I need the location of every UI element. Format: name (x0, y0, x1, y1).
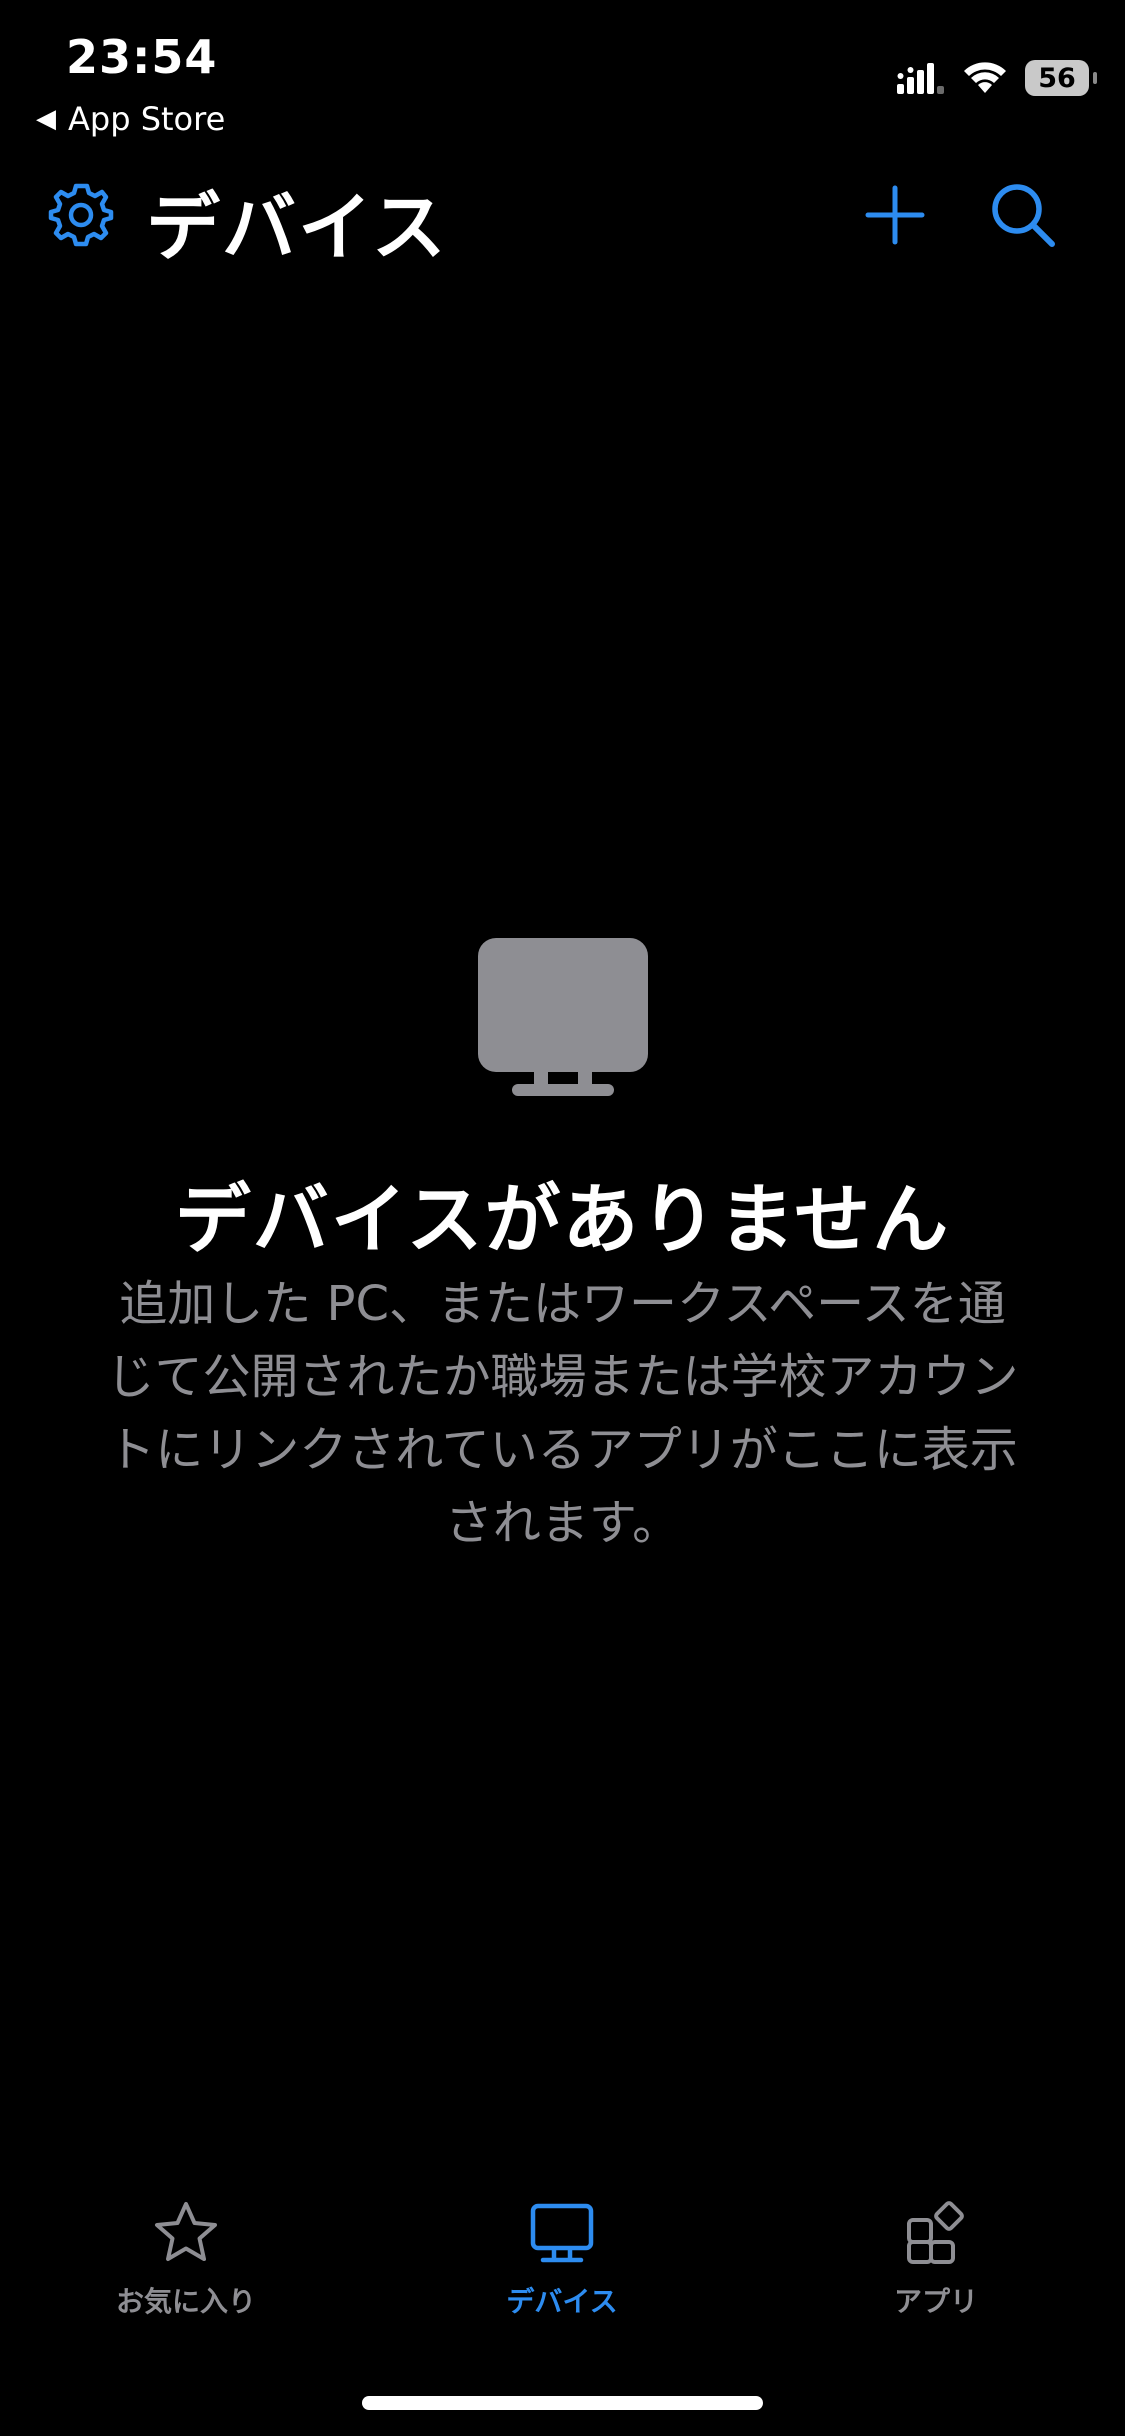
page-title: デバイス (146, 185, 448, 271)
monitor-icon (530, 2203, 594, 2263)
back-link-label: App Store (68, 100, 226, 138)
back-to-app-store-link[interactable]: ◀ App Store (36, 100, 225, 138)
empty-state-title: デバイスがありません (174, 1175, 951, 1264)
tab-bar: お気に入り デバイス アプリ (0, 2200, 1125, 2350)
home-indicator[interactable] (362, 2396, 763, 2410)
tab-favorites-label: お気に入り (115, 2285, 256, 2318)
apps-icon (907, 2201, 964, 2264)
wifi-icon (964, 62, 1006, 93)
battery-level: 56 (1038, 62, 1076, 94)
search-icon[interactable] (988, 180, 1058, 250)
battery-indicator: 56 (1025, 60, 1097, 96)
status-icons: 56 (897, 60, 1097, 96)
tab-devices[interactable]: デバイス (432, 2200, 692, 2320)
settings-gear-icon[interactable] (46, 180, 116, 250)
monitor-placeholder-icon (478, 938, 648, 1096)
add-plus-icon[interactable] (864, 184, 926, 246)
cellular-signal-icon (897, 63, 944, 94)
empty-state-description: 追加した PC、またはワークスペースを通じて公開されたか職場または学校アカウント… (106, 1276, 1019, 1551)
tab-favorites[interactable]: お気に入り (56, 2200, 316, 2320)
tab-apps[interactable]: アプリ (806, 2200, 1066, 2320)
star-icon (155, 2202, 217, 2261)
tab-apps-label: アプリ (893, 2285, 978, 2318)
back-triangle-icon: ◀ (36, 104, 56, 134)
screen: 23:54 ◀ App Store 56 デバイス デバイスがありません 追加し… (0, 0, 1125, 2436)
tab-devices-label: デバイス (506, 2285, 618, 2318)
status-time: 23:54 (66, 30, 218, 84)
header: デバイス (0, 160, 1125, 271)
